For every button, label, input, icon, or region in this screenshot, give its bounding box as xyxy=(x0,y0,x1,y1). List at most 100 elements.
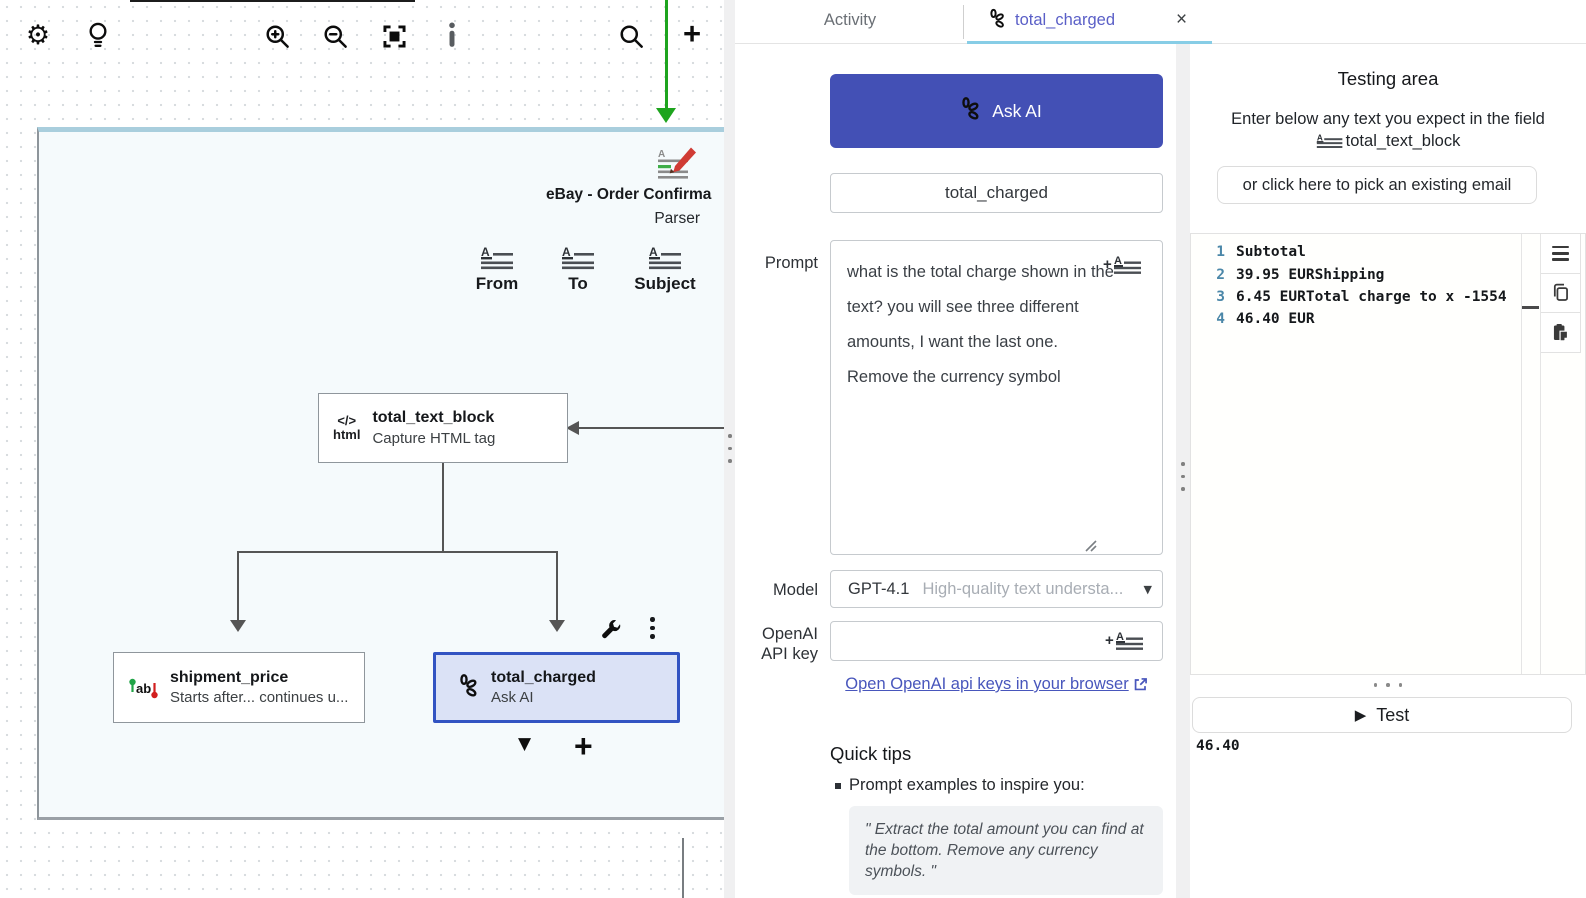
connector-arrowhead xyxy=(230,620,246,632)
search-button[interactable] xyxy=(616,21,646,51)
tab-total-charged[interactable]: total_charged xyxy=(981,8,1115,33)
testing-panel: Testing area Enter below any text you ex… xyxy=(1190,44,1586,898)
connector-line xyxy=(237,551,558,553)
paste-icon xyxy=(1553,323,1569,342)
editor-scrollbar[interactable] xyxy=(1521,234,1541,674)
line-text: Subtotal xyxy=(1236,244,1306,261)
model-label: Model xyxy=(773,581,818,599)
line-text: 46.40 EUR xyxy=(1236,311,1315,328)
result-splitter-handle[interactable] xyxy=(1190,683,1586,687)
hamburger-icon xyxy=(1552,245,1569,261)
parser-field-label: Subject xyxy=(634,274,696,293)
insert-field-button[interactable]: + A xyxy=(1103,254,1143,276)
fit-screen-icon xyxy=(382,24,406,48)
splitter-handle[interactable] xyxy=(1181,462,1185,491)
tips-button[interactable] xyxy=(83,20,113,50)
text-range-icon: ab xyxy=(129,678,158,698)
bullet-icon xyxy=(835,783,841,789)
settings-button[interactable]: ⚙ xyxy=(23,20,53,50)
splitter-handle[interactable] xyxy=(728,434,732,463)
node-title: total_charged xyxy=(491,668,596,686)
connector-line xyxy=(682,838,684,898)
model-select[interactable]: GPT-4.1 High-quality text understa... ▼ xyxy=(830,570,1163,608)
node-menu-button[interactable] xyxy=(650,617,655,643)
svg-text:+: + xyxy=(1105,632,1114,649)
chevron-down-icon: ▼ xyxy=(1143,582,1152,596)
quick-tips-title: Quick tips xyxy=(830,743,912,764)
pencil-lines-icon: A xyxy=(658,147,696,179)
testing-panel-splitter[interactable] xyxy=(1176,44,1190,898)
line-number: 2 xyxy=(1216,266,1225,283)
openai-icon xyxy=(962,97,979,120)
code-lines: 1 Subtotal 2 39.95 EURShipping 3 6.45 EU… xyxy=(1191,241,1521,331)
node-settings-button[interactable] xyxy=(596,615,626,645)
flow-canvas[interactable]: ⚙ + A eBay - Order Confirma Parser A Fro… xyxy=(0,0,724,898)
quick-tips-item: Prompt examples to inspire you: xyxy=(849,776,1085,794)
field-lines-icon: A xyxy=(1316,133,1343,149)
collapse-branch-button[interactable]: ▼ xyxy=(518,734,531,754)
field-lines-icon: A xyxy=(562,246,594,270)
ask-ai-button[interactable]: Ask AI xyxy=(830,74,1163,148)
testing-field-ref: A total_text_block xyxy=(1190,132,1586,151)
info-button[interactable] xyxy=(437,20,467,50)
tab-separator xyxy=(963,5,964,39)
text-cursor xyxy=(1522,306,1539,309)
gear-icon: ⚙ xyxy=(25,19,51,51)
connector-line xyxy=(442,463,444,553)
insert-field-icon: + A xyxy=(1103,255,1141,274)
plus-icon: + xyxy=(682,15,702,51)
close-icon: × xyxy=(1176,9,1188,30)
textarea-resize-handle[interactable] xyxy=(1083,538,1097,552)
node-total-charged[interactable]: total_charged Ask AI xyxy=(433,652,680,723)
add-node-button[interactable]: + xyxy=(677,15,707,51)
field-editor-panel: Ask AI Prompt what is the total charge s… xyxy=(735,44,1176,898)
right-panel-tabbar: Activity total_charged × xyxy=(735,0,1586,44)
line-number: 3 xyxy=(1216,288,1225,305)
svg-text:+: + xyxy=(1103,256,1112,273)
paste-button[interactable] xyxy=(1541,313,1581,353)
openai-icon xyxy=(460,673,477,697)
node-shipment-price[interactable]: ab shipment_price Starts after... contin… xyxy=(113,652,365,723)
parser-field-subject[interactable]: A Subject xyxy=(625,246,705,294)
offscreen-node-edge xyxy=(130,0,415,2)
fit-view-button[interactable] xyxy=(379,21,409,51)
field-ref-label: total_text_block xyxy=(1345,132,1461,150)
triangle-down-icon: ▼ xyxy=(518,734,532,754)
test-result-value: 46.40 xyxy=(1196,738,1240,754)
zoom-in-button[interactable] xyxy=(262,21,292,51)
zoom-out-button[interactable] xyxy=(320,21,350,51)
tab-activity[interactable]: Activity xyxy=(775,11,925,30)
code-line: 4 46.40 EUR xyxy=(1191,308,1521,330)
node-title: shipment_price xyxy=(170,668,289,686)
insert-field-button[interactable]: + A xyxy=(1105,630,1145,652)
copy-button[interactable] xyxy=(1541,273,1581,313)
add-child-node-button[interactable]: + xyxy=(574,730,593,762)
line-number: 4 xyxy=(1216,311,1225,328)
parser-field-label: To xyxy=(568,274,588,293)
external-link-icon xyxy=(1134,678,1147,691)
code-line: 2 39.95 EURShipping xyxy=(1191,263,1521,285)
close-tab-button[interactable]: × xyxy=(1176,9,1187,31)
test-input-editor[interactable]: 1 Subtotal 2 39.95 EURShipping 3 6.45 EU… xyxy=(1190,233,1586,675)
test-button[interactable]: ▶ Test xyxy=(1192,697,1572,733)
prompt-input[interactable]: what is the total charge shown in the te… xyxy=(830,240,1163,555)
green-connector-arrowhead xyxy=(656,108,676,123)
openai-keys-link[interactable]: Open OpenAI api keys in your browser xyxy=(830,675,1163,694)
info-icon xyxy=(449,22,455,47)
play-icon: ▶ xyxy=(1354,706,1367,724)
prompt-example-quote: " Extract the total amount you can find … xyxy=(849,806,1163,895)
editor-menu-button[interactable] xyxy=(1541,234,1581,274)
parser-field-from[interactable]: A From xyxy=(468,246,526,294)
connector-arrowhead xyxy=(549,620,565,632)
node-total-text-block[interactable]: </> html total_text_block Capture HTML t… xyxy=(318,393,568,463)
node-subtitle: Capture HTML tag xyxy=(372,429,496,447)
green-connector-line xyxy=(665,0,668,108)
connector-line xyxy=(578,427,724,429)
test-button-label: Test xyxy=(1376,704,1410,725)
pick-existing-email-button[interactable]: or click here to pick an existing email xyxy=(1217,166,1537,204)
field-name-input[interactable] xyxy=(830,173,1163,213)
parser-edit-icon[interactable]: A xyxy=(656,146,698,180)
svg-text:A: A xyxy=(1316,133,1322,142)
code-line: 1 Subtotal xyxy=(1191,241,1521,263)
parser-field-to[interactable]: A To xyxy=(556,246,600,294)
